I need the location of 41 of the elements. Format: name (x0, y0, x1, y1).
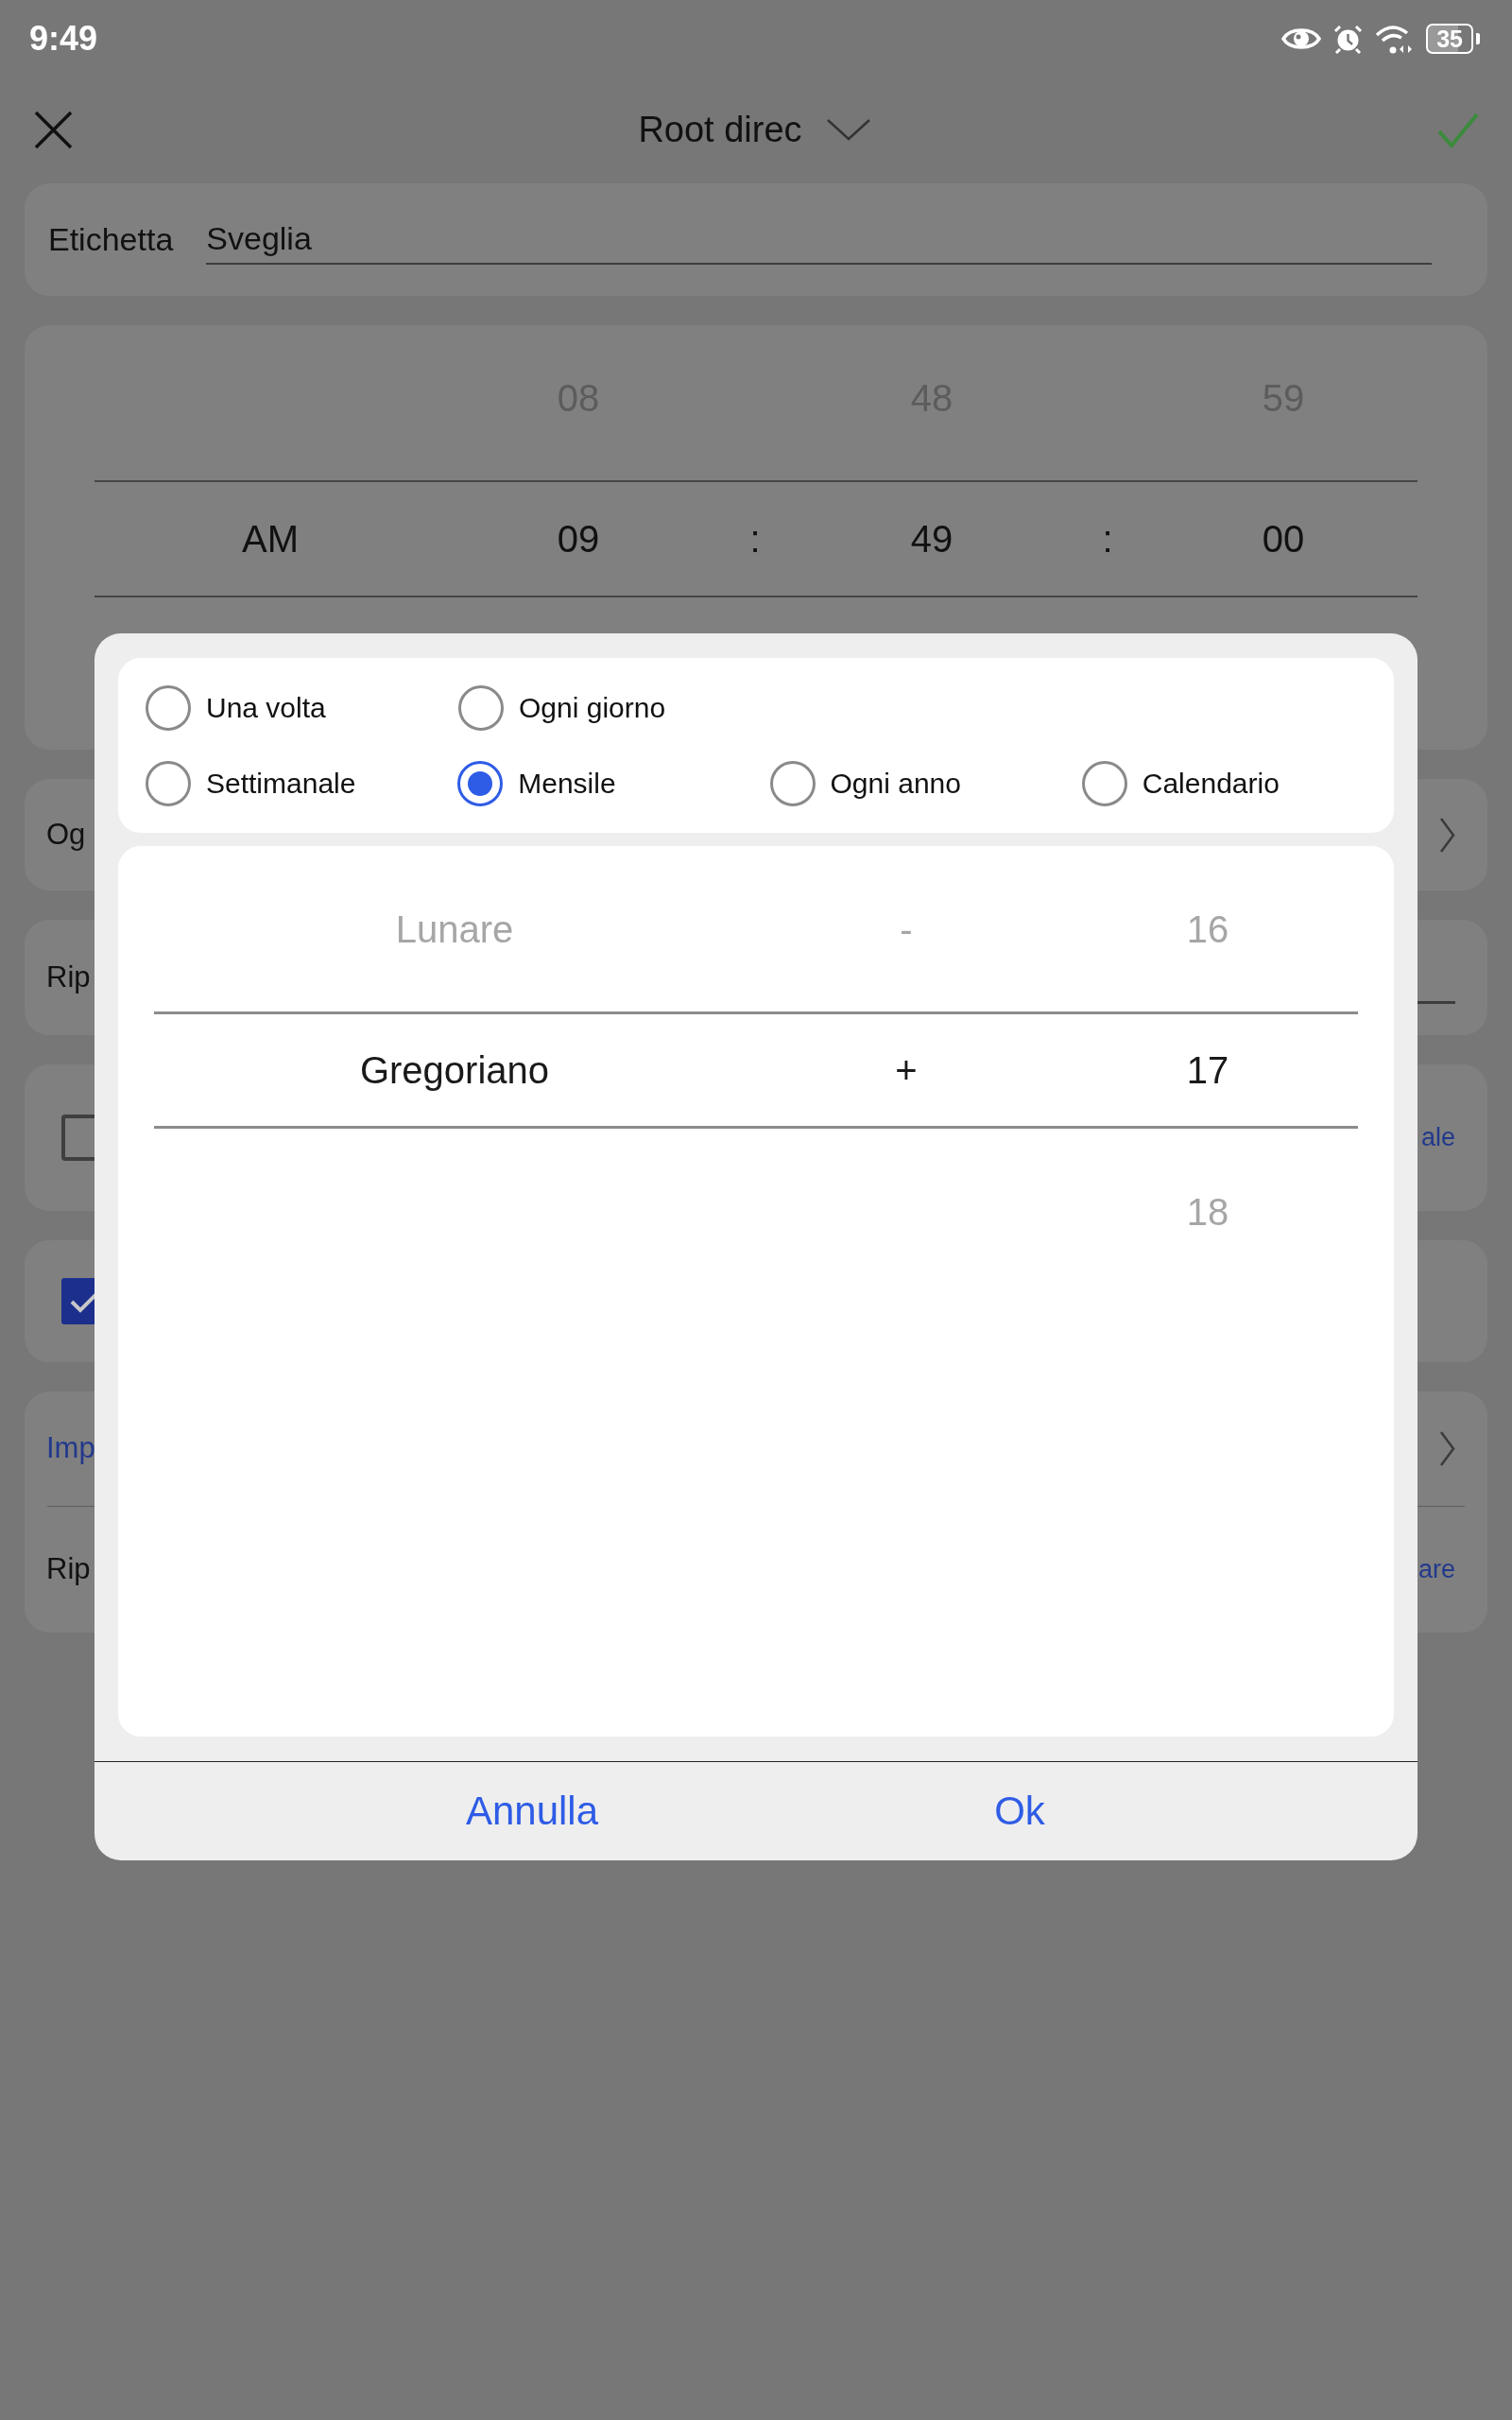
setting-label: Rip (46, 959, 91, 995)
close-icon[interactable] (34, 110, 73, 149)
chevron-right-icon (1439, 1430, 1455, 1467)
link-text[interactable]: are (1418, 1550, 1455, 1589)
cancel-button[interactable]: Annulla (409, 1769, 655, 1854)
battery-indicator: 35 (1426, 24, 1480, 54)
repeat-option[interactable]: Ogni giorno (458, 685, 666, 731)
chevron-right-icon (1439, 816, 1455, 854)
wheel-item[interactable]: Gregoriano (359, 1042, 550, 1098)
repeat-option[interactable]: Mensile (457, 761, 616, 806)
link-text[interactable]: ale (1420, 1118, 1455, 1157)
wheel-item[interactable]: AM (242, 510, 299, 567)
repeat-option[interactable]: Una volta (146, 685, 326, 731)
wheel-item[interactable]: 49 (910, 510, 954, 567)
field-label: Etichetta (48, 220, 174, 259)
wheel-item[interactable]: Lunare (395, 900, 514, 958)
repeat-option[interactable]: Settimanale (146, 761, 356, 806)
wheel-item[interactable]: 09 (557, 510, 600, 567)
setting-label[interactable]: Og (46, 812, 86, 857)
setting-label: Rip (46, 1551, 91, 1588)
repeat-option[interactable]: Calendario (1081, 761, 1280, 806)
ok-button[interactable]: Ok (897, 1769, 1143, 1854)
status-time: 9:49 (29, 22, 98, 56)
wheel-item[interactable]: 00 (1262, 510, 1305, 567)
chevron-down-icon (825, 117, 871, 142)
eye-icon (1281, 26, 1322, 52)
time-separator: : (1102, 517, 1113, 562)
wheel-item[interactable]: - (900, 900, 913, 958)
wheel-item[interactable]: + (895, 1042, 918, 1098)
time-separator: : (749, 517, 761, 562)
wifi-icon (1375, 24, 1415, 54)
repeat-option[interactable]: Ogni anno (769, 761, 961, 806)
checkbox[interactable] (61, 1115, 94, 1161)
setting-label[interactable]: Imp (46, 1426, 95, 1471)
wheel-item[interactable]: 18 (1186, 1183, 1229, 1240)
alarm-clock-icon (1333, 24, 1364, 54)
text-field[interactable]: Sveglia (206, 215, 1432, 265)
checkbox[interactable] (61, 1278, 94, 1324)
wheel-item[interactable]: 16 (1186, 900, 1229, 958)
wheel-item[interactable]: 17 (1186, 1042, 1229, 1098)
title-dropdown[interactable]: Root direc (638, 112, 871, 147)
